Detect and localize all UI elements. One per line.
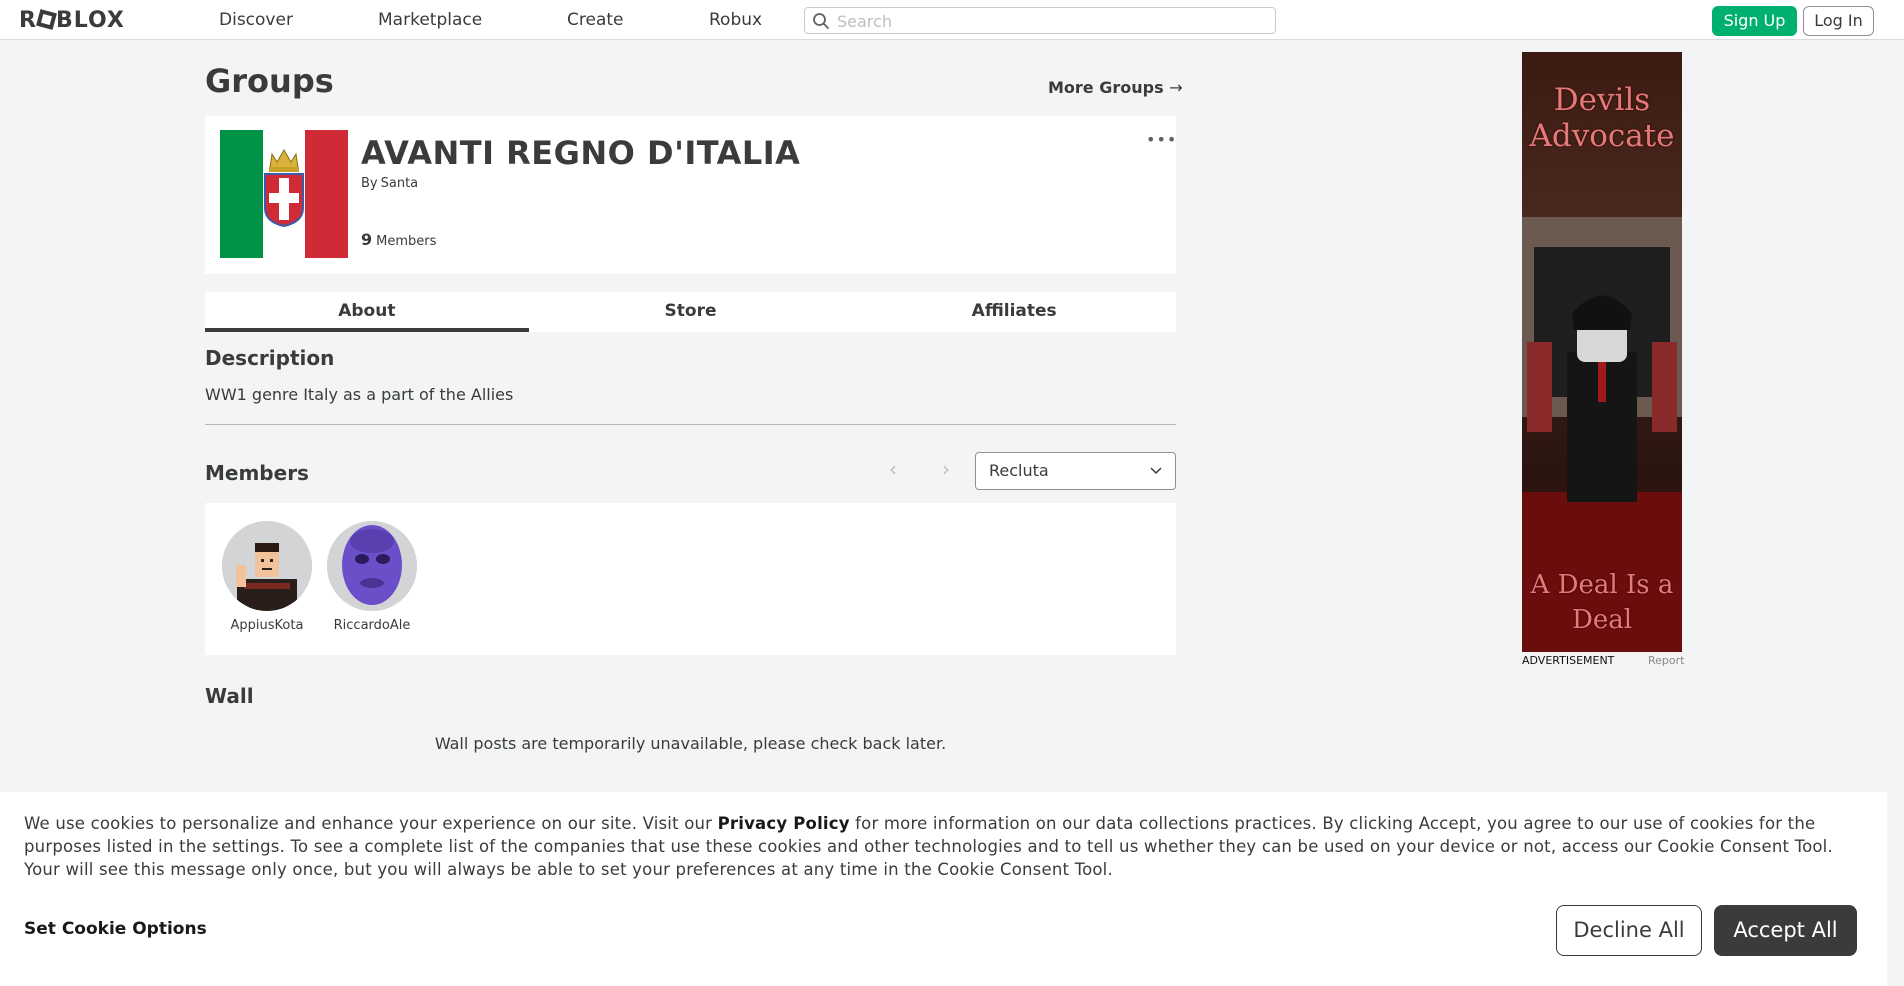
privacy-policy-link[interactable]: Privacy Policy bbox=[718, 814, 850, 833]
member-card[interactable]: AppiusKota bbox=[220, 521, 314, 633]
nav-create[interactable]: Create bbox=[567, 10, 624, 30]
roblox-logo[interactable]: R BLOX bbox=[19, 8, 125, 33]
description-title: Description bbox=[205, 346, 335, 370]
set-cookie-options-link[interactable]: Set Cookie Options bbox=[24, 919, 207, 939]
members-title: Members bbox=[205, 461, 309, 485]
advertisement-label: ADVERTISEMENT bbox=[1522, 654, 1615, 667]
arrow-right-icon: → bbox=[1169, 78, 1183, 97]
page-title: Groups bbox=[205, 62, 334, 100]
tab-store[interactable]: Store bbox=[529, 292, 853, 332]
log-in-button[interactable]: Log In bbox=[1803, 6, 1874, 36]
cookie-consent-banner: We use cookies to personalize and enhanc… bbox=[0, 792, 1887, 986]
group-emblem-italian-flag bbox=[220, 130, 348, 258]
rank-selected-value: Recluta bbox=[989, 461, 1049, 480]
next-page-icon[interactable]: › bbox=[942, 457, 950, 481]
nav-marketplace[interactable]: Marketplace bbox=[378, 10, 482, 30]
group-member-count: 9 Members bbox=[361, 230, 436, 249]
rank-dropdown[interactable]: Recluta bbox=[975, 452, 1176, 490]
ad-bottom-text: A Deal Is a Deal bbox=[1530, 570, 1674, 635]
member-name[interactable]: RiccardoAle bbox=[325, 618, 419, 633]
group-name: AVANTI REGNO D'ITALIA bbox=[361, 134, 801, 172]
group-owner-link[interactable]: Santa bbox=[381, 176, 419, 191]
ad-top-text: Devils Advocate bbox=[1529, 82, 1675, 154]
member-card[interactable]: RiccardoAle bbox=[325, 521, 419, 633]
member-count-label: Members bbox=[376, 234, 437, 249]
members-list: AppiusKota RiccardoAle bbox=[205, 503, 1176, 655]
cookie-consent-text: We use cookies to personalize and enhanc… bbox=[24, 812, 1864, 881]
page-scrollbar[interactable] bbox=[1887, 40, 1904, 986]
tab-affiliates[interactable]: Affiliates bbox=[852, 292, 1176, 332]
more-groups-link[interactable]: More Groups → bbox=[1048, 78, 1183, 97]
group-header-card: AVANTI REGNO D'ITALIA By Santa 9 Members •… bbox=[205, 116, 1176, 274]
nav-robux[interactable]: Robux bbox=[709, 10, 762, 30]
member-count-value: 9 bbox=[361, 230, 373, 249]
search-box[interactable] bbox=[804, 7, 1276, 34]
member-name[interactable]: AppiusKota bbox=[220, 618, 314, 633]
avatar[interactable] bbox=[327, 521, 417, 611]
prev-page-icon[interactable]: ‹ bbox=[889, 457, 897, 481]
avatar[interactable] bbox=[222, 521, 312, 611]
search-icon bbox=[813, 13, 829, 29]
chevron-down-icon bbox=[1150, 467, 1162, 475]
search-input[interactable] bbox=[837, 11, 1257, 31]
nav-discover[interactable]: Discover bbox=[219, 10, 293, 30]
avatar-image bbox=[222, 521, 312, 611]
divider bbox=[205, 424, 1176, 425]
description-text: WW1 genre Italy as a part of the Allies bbox=[205, 385, 514, 404]
avatar-image bbox=[327, 521, 417, 611]
more-options-icon[interactable]: ••• bbox=[1146, 130, 1177, 149]
tab-about[interactable]: About bbox=[205, 292, 529, 332]
accept-all-button[interactable]: Accept All bbox=[1714, 905, 1857, 956]
advertisement-banner[interactable]: Devils Advocate A Deal Is a Deal bbox=[1522, 52, 1682, 652]
by-label: By bbox=[361, 176, 378, 191]
wall-unavailable-message: Wall posts are temporarily unavailable, … bbox=[434, 734, 947, 753]
wall-title: Wall bbox=[205, 684, 254, 708]
sign-up-button[interactable]: Sign Up bbox=[1712, 6, 1797, 36]
more-groups-label: More Groups bbox=[1048, 78, 1164, 97]
cookie-text-before: We use cookies to personalize and enhanc… bbox=[24, 814, 718, 833]
group-tabs: About Store Affiliates bbox=[205, 292, 1176, 332]
ad-report-link[interactable]: Report bbox=[1648, 654, 1684, 667]
decline-all-button[interactable]: Decline All bbox=[1556, 905, 1702, 956]
top-navigation: R BLOX Discover Marketplace Create Robux … bbox=[0, 0, 1904, 40]
group-owner-line: By Santa bbox=[361, 176, 418, 191]
